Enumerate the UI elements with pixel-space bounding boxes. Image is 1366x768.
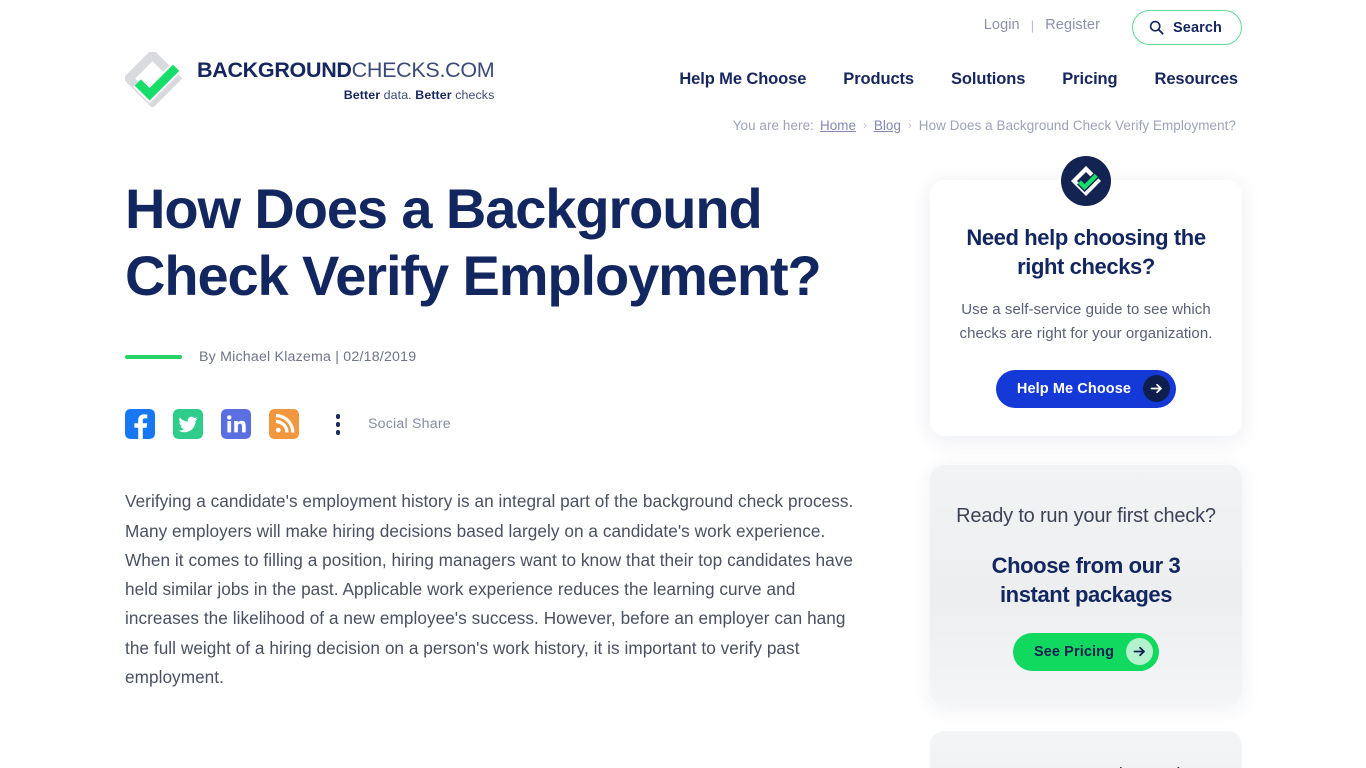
facebook-icon[interactable]	[125, 409, 155, 440]
search-button[interactable]: Search	[1132, 10, 1242, 45]
breadcrumb-chevron-icon-2: ›	[908, 119, 912, 132]
rss-icon[interactable]	[269, 409, 299, 440]
tagline-better-2: Better	[415, 87, 452, 102]
byline-rule	[125, 355, 182, 360]
kebab-dot-1	[335, 414, 341, 419]
social-share-label: Social Share	[368, 416, 451, 433]
nav-item-products[interactable]: Products	[843, 70, 914, 89]
kebab-dot-3	[335, 430, 341, 435]
see-pricing-button[interactable]: See Pricing	[1012, 632, 1160, 671]
main-navigation: Help Me Choose Products Solutions Pricin…	[679, 70, 1238, 89]
logo-wordmark: BACKGROUNDCHECKS.COM Better data. Better…	[197, 58, 495, 102]
pricing-card-heading: Choose from our 3 instant packages	[991, 553, 1181, 607]
breadcrumb: You are here: Home › Blog › How Does a B…	[733, 118, 1236, 133]
arrow-right-icon	[1143, 375, 1171, 403]
nav-item-help-me-choose[interactable]: Help Me Choose	[679, 70, 806, 89]
tagline-data: data.	[380, 87, 416, 102]
account-links: Login | Register	[984, 17, 1100, 33]
breadcrumb-chevron-icon: ›	[863, 119, 867, 132]
search-icon	[1149, 20, 1164, 35]
diamond-check-logo-icon	[125, 52, 183, 107]
diamond-check-badge-icon	[1061, 156, 1111, 206]
report-card: Get your report instantly	[930, 730, 1242, 768]
pricing-card-lead: Ready to run your first check?	[956, 504, 1216, 527]
search-button-label: Search	[1173, 19, 1222, 36]
help-choosing-card: Need help choosing the right checks? Use…	[930, 156, 1242, 436]
byline: By Michael Klazema | 02/18/2019	[125, 349, 880, 365]
links-separator: |	[1030, 17, 1035, 33]
login-link[interactable]: Login	[984, 17, 1020, 33]
breadcrumb-link-blog[interactable]: Blog	[874, 118, 901, 133]
breadcrumb-current: How Does a Background Check Verify Emplo…	[918, 118, 1236, 133]
register-link[interactable]: Register	[1045, 17, 1100, 33]
help-me-choose-button[interactable]: Help Me Choose	[995, 369, 1177, 408]
help-card-title: Need help choosing the right checks?	[966, 225, 1206, 279]
sidebar: Need help choosing the right checks? Use…	[930, 156, 1242, 768]
social-share-bar: Social Share	[125, 409, 880, 440]
logo-tagline: Better data. Better checks	[197, 87, 495, 102]
byline-text: By Michael Klazema | 02/18/2019	[199, 349, 417, 366]
logo-name-light: CHECKS.COM	[351, 58, 495, 83]
logo-name-bold: BACKGROUND	[197, 58, 352, 83]
tagline-checks: checks	[451, 87, 495, 102]
breadcrumb-prefix: You are here:	[732, 118, 814, 133]
pricing-card: Ready to run your first check? Choose fr…	[930, 464, 1242, 705]
article-column: How Does a Background Check Verify Emplo…	[125, 175, 880, 692]
see-pricing-label: See Pricing	[1033, 643, 1115, 660]
utility-bar: Login | Register Search	[0, 0, 1366, 56]
breadcrumb-link-home[interactable]: Home	[820, 118, 856, 133]
page-root: Login | Register Search BACKGROUNDCHECKS…	[0, 0, 1366, 768]
article-paragraph: Verifying a candidate's employment histo…	[125, 491, 854, 687]
kebab-dot-2	[335, 422, 341, 427]
help-card-subtitle: Use a self-service guide to see which ch…	[959, 301, 1213, 343]
arrow-right-icon	[1126, 638, 1154, 666]
help-me-choose-label: Help Me Choose	[1016, 380, 1132, 397]
site-logo[interactable]: BACKGROUNDCHECKS.COM Better data. Better…	[125, 52, 495, 107]
nav-item-solutions[interactable]: Solutions	[951, 70, 1025, 89]
linkedin-icon[interactable]	[221, 409, 251, 440]
twitter-icon[interactable]	[173, 409, 203, 440]
tagline-better-1: Better	[343, 87, 381, 102]
nav-item-resources[interactable]: Resources	[1155, 70, 1239, 89]
kebab-menu-icon[interactable]	[329, 409, 347, 439]
page-title: How Does a Background Check Verify Emplo…	[125, 177, 822, 308]
nav-item-pricing[interactable]: Pricing	[1062, 70, 1117, 89]
